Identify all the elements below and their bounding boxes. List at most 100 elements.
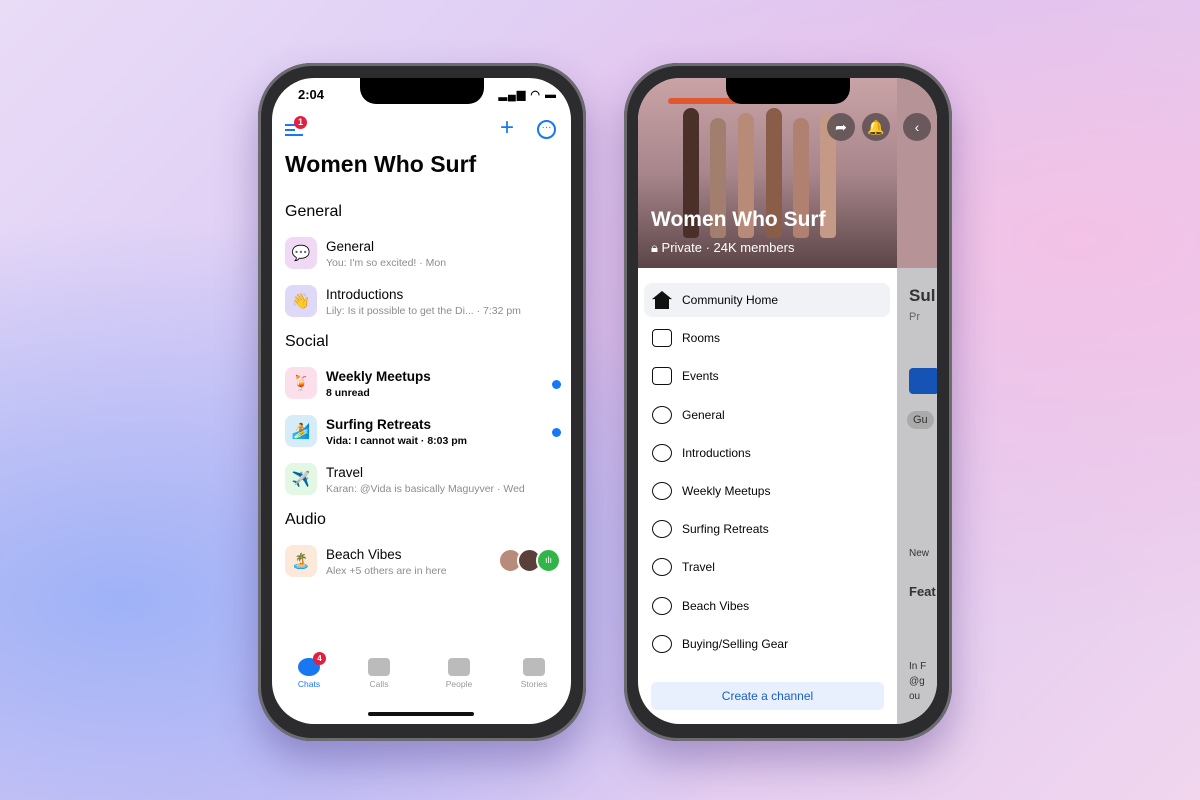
channel-row[interactable]: ✈️ Travel Karan: @Vida is basically Magu… (285, 459, 561, 499)
channel-name: Beach Vibes (326, 547, 402, 562)
menu-button[interactable]: 1 (285, 116, 307, 136)
channel-icon: 💬 (285, 237, 317, 269)
nav-label: Introductions (682, 445, 751, 460)
tab-calls[interactable]: Calls (349, 658, 409, 689)
chat-globe-icon (652, 482, 672, 500)
channel-name: General (326, 239, 375, 254)
community-subtitle: 🔒︎ Private · 24K members (651, 240, 794, 256)
nav-label: Travel (682, 560, 715, 575)
chats-screen: 2:04 ▂▄▆ ◠ ▬ 1 + ··· Women Who Surf Gene… (272, 78, 571, 724)
fragment-new: New (909, 548, 930, 559)
stories-icon (523, 658, 545, 676)
channel-row[interactable]: 🏝️ Beach Vibes Alex +5 others are in her… (285, 541, 561, 581)
chat-lock-icon (652, 558, 672, 577)
chats-badge: 4 (313, 652, 326, 665)
nav-item-buying-selling-gear[interactable]: Buying/Selling Gear (644, 627, 890, 661)
share-button[interactable]: ➦ (827, 113, 855, 141)
tab-label: Calls (369, 679, 389, 689)
tab-people[interactable]: People (429, 658, 489, 689)
back-button[interactable]: ‹ (903, 113, 931, 141)
nav-item-events[interactable]: Events (644, 359, 890, 393)
nav-item-weekly-meetups[interactable]: Weekly Meetups (644, 474, 890, 508)
channel-icon: ✈️ (285, 463, 317, 495)
fragment-join-button[interactable] (909, 368, 937, 394)
tab-chats[interactable]: Chats 4 (279, 652, 339, 689)
background-community-panel[interactable]: ‹ Sul Pr Gu New Feat In F @g ou (897, 78, 937, 724)
lock-icon: 🔒︎ (651, 240, 662, 255)
new-chat-button[interactable]: + (500, 114, 514, 142)
fragment-post-1: In F (909, 661, 927, 672)
left-phone: 2:04 ▂▄▆ ◠ ▬ 1 + ··· Women Who Surf Gene… (258, 63, 586, 741)
nav-label: Weekly Meetups (682, 484, 771, 498)
nav-item-rooms[interactable]: Rooms (644, 321, 890, 355)
channel-preview: Karan: @Vida is basically Maguyver · Wed (326, 483, 525, 495)
channel-row[interactable]: 🍹 Weekly Meetups 8 unread (285, 363, 561, 403)
nav-label: Community Home (682, 293, 779, 307)
page-title: Women Who Surf (285, 151, 477, 177)
channel-name: Travel (326, 465, 364, 480)
create-channel-button[interactable]: Create a channel (651, 682, 884, 710)
status-icons: ▂▄▆ ◠ ▬ (498, 89, 557, 101)
unread-dot (552, 428, 561, 437)
unread-dot (552, 380, 561, 389)
channel-row[interactable]: 👋 Introductions Lily: Is it possible to … (285, 281, 561, 321)
nav-item-surfing-retreats[interactable]: Surfing Retreats (644, 512, 890, 546)
fragment-featured: Feat (909, 584, 936, 599)
channel-name: Introductions (326, 287, 404, 302)
channel-name: Weekly Meetups (326, 369, 431, 384)
nav-label: Beach Vibes (682, 598, 750, 613)
fragment-title: Sul (909, 286, 936, 305)
chat-globe-icon (652, 443, 672, 462)
nav-label: Buying/Selling Gear (682, 636, 789, 651)
nav-item-introductions[interactable]: Introductions (644, 436, 890, 470)
people-icon (448, 658, 470, 676)
channel-icon: 🏝️ (285, 545, 317, 577)
audio-participants: ılı (498, 548, 561, 573)
channel-preview: Vida: I cannot wait · 8:03 pm (326, 435, 468, 447)
audio-wave-icon: ılı (536, 548, 561, 573)
channel-icon: 🍹 (285, 367, 317, 399)
more-options-button[interactable]: ··· (537, 120, 556, 139)
nav-label: General (682, 407, 725, 422)
section-header: General (285, 203, 342, 220)
notch (726, 78, 850, 104)
chat-globe-icon (652, 405, 672, 424)
nav-item-community-home[interactable]: Community Home (644, 283, 890, 317)
notch (360, 78, 484, 104)
tab-label: Chats (297, 679, 321, 689)
fragment-chip: Gu (907, 411, 934, 429)
nav-label: Events (682, 369, 719, 384)
nav-label: Surfing Retreats (682, 522, 769, 537)
status-time: 2:04 (298, 87, 325, 102)
home-indicator (368, 712, 474, 716)
home-icon (652, 291, 672, 309)
chat-lock-icon (652, 520, 672, 539)
right-phone: ➦ 🔔 Women Who Surf 🔒︎ Private · 24K memb… (624, 63, 952, 741)
video-plus-icon (652, 329, 672, 348)
section-header: Social (285, 333, 329, 350)
channel-preview: 8 unread (326, 387, 370, 399)
channel-preview: Alex +5 others are in here (326, 565, 447, 577)
notifications-button[interactable]: 🔔 (862, 113, 890, 141)
more-icon: ··· (541, 122, 552, 133)
nav-item-travel[interactable]: Travel (644, 550, 890, 584)
tab-stories[interactable]: Stories (504, 658, 564, 689)
marketplace-globe-icon (652, 634, 672, 653)
channel-row[interactable]: 🏄 Surfing Retreats Vida: I cannot wait ·… (285, 411, 561, 451)
calendar-icon (652, 367, 672, 386)
nav-item-beach-vibes[interactable]: Beach Vibes (644, 589, 890, 623)
channel-row[interactable]: 💬 General You: I'm so excited! · Mon (285, 233, 561, 273)
cover-image: ➦ 🔔 Women Who Surf 🔒︎ Private · 24K memb… (638, 78, 897, 268)
community-title: Women Who Surf (651, 208, 826, 231)
video-icon (368, 658, 390, 676)
fragment-privacy: Pr (909, 311, 920, 323)
nav-label: Rooms (682, 331, 721, 346)
channel-icon: 👋 (285, 285, 317, 317)
channel-preview: Lily: Is it possible to get the Di... · … (326, 305, 521, 317)
fragment-post-3: ou (909, 691, 921, 702)
channel-icon: 🏄 (285, 415, 317, 447)
share-icon: ➦ (835, 118, 847, 135)
bell-icon: 🔔 (867, 118, 885, 135)
nav-item-general[interactable]: General (644, 398, 890, 432)
community-drawer-screen: ➦ 🔔 Women Who Surf 🔒︎ Private · 24K memb… (638, 78, 937, 724)
